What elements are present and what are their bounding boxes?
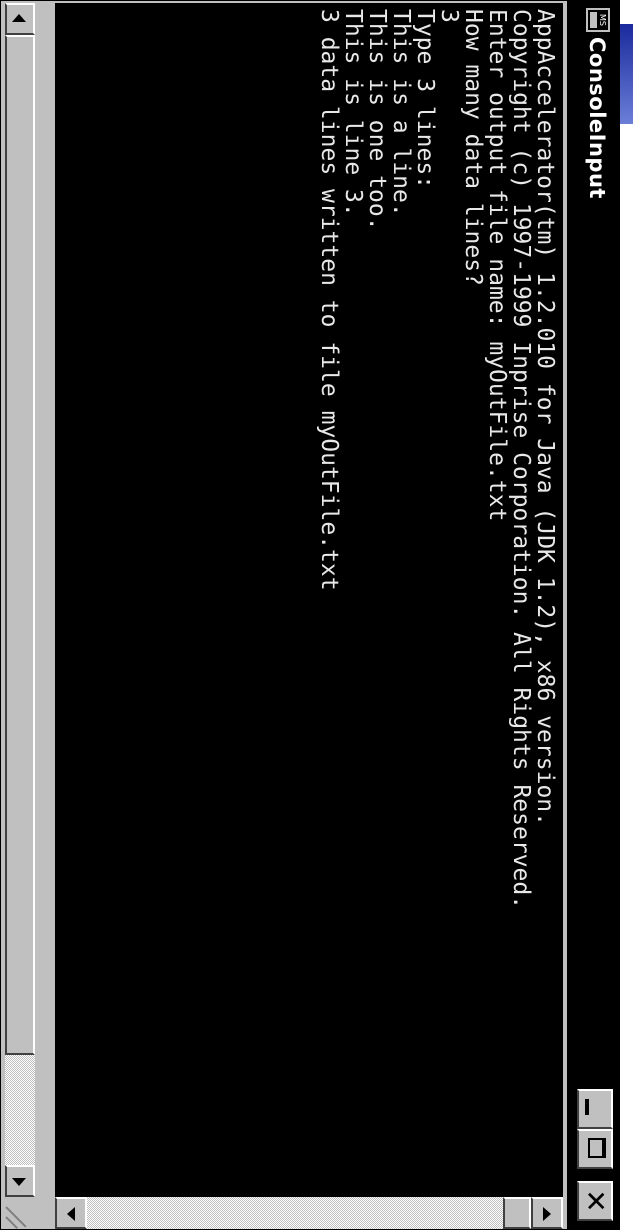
horizontal-scrollbar[interactable] [3,3,55,1197]
console-lines: AppAccelerator(tm) 1.2.010 for Java (JDK… [316,9,558,910]
minimize-button[interactable] [577,1089,613,1129]
console-line: Type 3 lines: [412,9,438,190]
console-line: AppAccelerator(tm) 1.2.010 for Java (JDK… [532,9,558,826]
console-output[interactable]: AppAccelerator(tm) 1.2.010 for Java (JDK… [55,3,563,1197]
vertical-scrollbar[interactable] [55,1197,563,1229]
desktop-background [620,0,633,1230]
resize-grip[interactable] [3,1197,55,1229]
console-line: Enter output file name: myOutFile.txt [484,9,510,522]
close-button[interactable]: ✕ [577,1181,613,1221]
scroll-down-button[interactable] [55,1197,87,1229]
maximize-icon [588,1138,606,1158]
arrow-up-icon [543,1207,551,1221]
scroll-left-button[interactable] [5,3,35,35]
minimize-icon [585,1099,589,1115]
horizontal-scroll-thumb[interactable] [5,35,35,1055]
console-line: This is one too. [364,9,390,231]
close-icon: ✕ [579,1189,612,1213]
arrow-down-icon [67,1207,75,1221]
scroll-up-button[interactable] [531,1197,563,1229]
arrow-left-icon [12,14,26,22]
console-line: This is line 3. [340,9,366,217]
horizontal-scroll-track[interactable] [5,35,35,1165]
ms-dos-icon-text: MS [598,14,607,26]
arrow-right-icon [12,1178,26,1186]
console-line: How many data lines? [460,9,486,286]
scroll-right-button[interactable] [5,1165,35,1197]
console-line: This is a line. [388,9,414,217]
vertical-scroll-thumb[interactable] [503,1197,531,1229]
title-bar[interactable]: MS ConsoleInput ✕ [565,1,619,1229]
desktop-window-edge [620,24,633,124]
maximize-button[interactable] [577,1129,613,1169]
window-title: ConsoleInput [585,37,609,199]
console-line: 3 data lines written to file myOutFile.t… [316,9,342,591]
console-line: 3 [436,9,462,23]
console-line: Copyright (c) 1997-1999 Inprise Corporat… [508,9,534,910]
ms-dos-icon: MS [586,8,610,32]
console-window: MS ConsoleInput ✕ AppAccelerator(tm) 1.2… [0,0,620,1230]
